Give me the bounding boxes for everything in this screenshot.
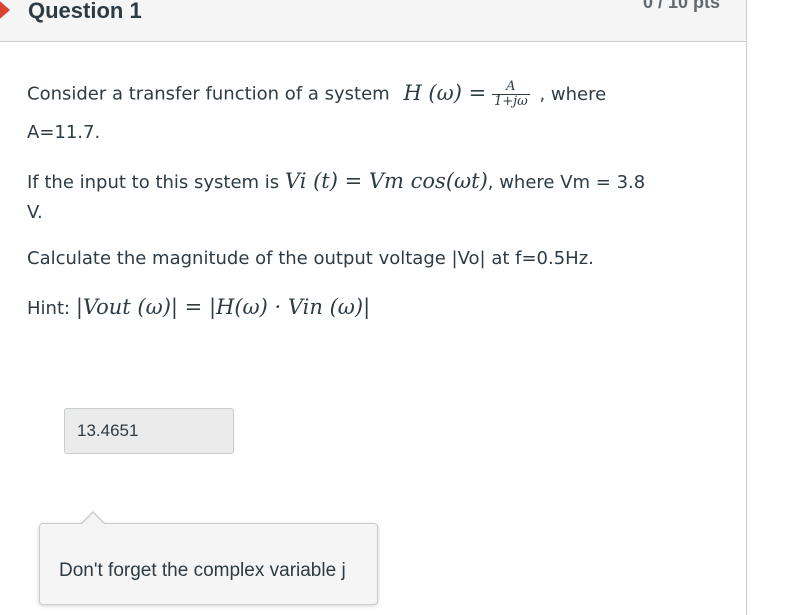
hint-line: Hint: |Vout (ω)| = |H(ω) · Vin (ω)|: [27, 295, 370, 319]
answer-comment: Don't forget the complex variable j: [39, 511, 378, 605]
intro-text: Consider a transfer function of a system: [27, 83, 390, 105]
tf-denominator: 1+jω: [493, 94, 528, 109]
transfer-function-fraction: A 1+jω: [491, 80, 530, 109]
input-text: If the input to this system is: [27, 172, 280, 193]
hint-label: Hint:: [27, 298, 71, 319]
where-text: , where: [539, 83, 607, 105]
transfer-function-lhs: H (ω) =: [403, 80, 487, 105]
question-points: 0 / 10 pts: [642, 0, 720, 12]
hint-math: |Vout (ω)| = |H(ω) · Vin (ω)|: [75, 295, 371, 319]
question-line-3: If the input to this system is Vi (t) = …: [27, 169, 645, 193]
comment-text: Don't forget the complex variable j: [59, 560, 346, 581]
question-title: Question 1: [28, 0, 142, 23]
tf-numerator: A: [491, 80, 530, 95]
question-line-1: Consider a transfer function of a system…: [27, 80, 606, 109]
answer-field[interactable]: 13.4651: [64, 408, 234, 454]
question-line-2: A=11.7.: [27, 122, 101, 143]
incorrect-flag-icon: [0, 0, 10, 24]
question-header: Question 1 0 / 10 pts: [0, 0, 746, 42]
comment-caret-fill: [81, 513, 105, 525]
question-line-5: Calculate the magnitude of the output vo…: [27, 248, 594, 269]
question-line-4: V.: [27, 202, 43, 223]
question-card: Question 1 0 / 10 pts Consider a transfe…: [0, 0, 747, 615]
input-signal-math: Vi (t) = Vm cos(ωt): [284, 169, 488, 193]
vm-text: , where Vm = 3.8: [487, 172, 646, 193]
